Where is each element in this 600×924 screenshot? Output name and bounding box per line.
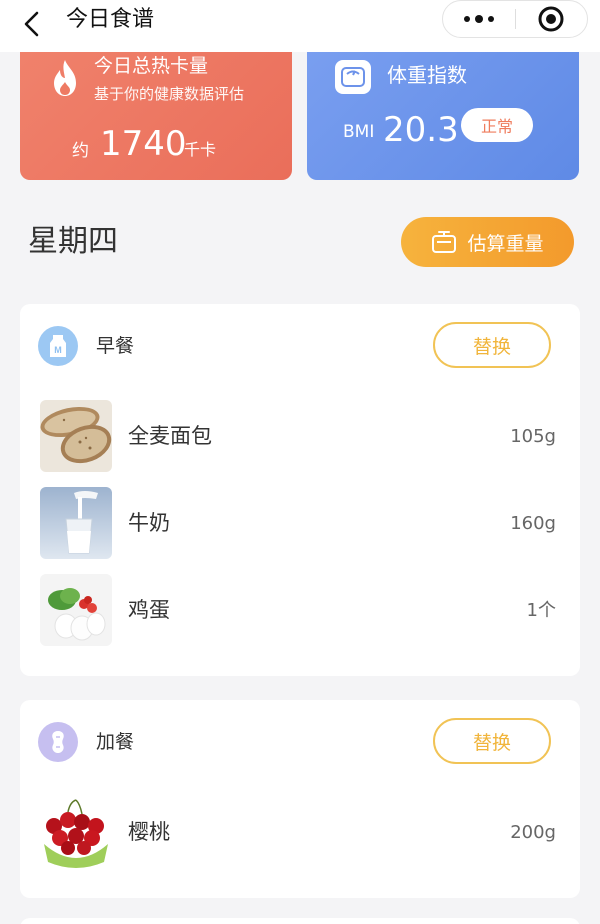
close-mini-program-button[interactable] [516,1,588,37]
calorie-card[interactable]: 今日总热卡量 基于你的健康数据评估 约 1740 千卡 [20,40,292,180]
estimate-weight-button[interactable]: 估算重量 [401,217,574,267]
bread-image [40,400,112,472]
meal-name: 加餐 [96,731,135,753]
snack-card: 加餐 替换 樱桃 200g [20,700,580,898]
meal-name: 早餐 [96,335,135,357]
food-amount: 160g [510,513,556,534]
bmi-value: 20.3 [383,110,459,150]
calorie-title: 今日总热卡量 [94,55,209,77]
svg-text:M: M [54,345,62,355]
bmi-title: 体重指数 [387,63,467,87]
next-meal-card [20,918,580,924]
food-amount: 200g [510,822,556,843]
milk-carton-icon: M [38,326,78,366]
egg-image [40,574,112,646]
back-arrow-icon [24,11,39,37]
bmi-label: BMI [343,122,375,142]
food-amount: 1个 [526,600,556,621]
calorie-subtitle: 基于你的健康数据评估 [94,85,245,103]
scale-icon [335,60,371,94]
page-title: 今日食谱 [66,7,155,32]
top-bar: 今日食谱 [0,0,600,52]
weighing-scale-icon [432,231,457,253]
cherry-image [40,796,112,868]
day-title: 星期四 [28,224,118,259]
food-name: 樱桃 [128,820,170,844]
bmi-card[interactable]: 体重指数 BMI 20.3 正常 [307,40,579,180]
food-name: 全麦面包 [128,424,212,448]
food-row[interactable]: 鸡蛋 1个 [20,574,580,646]
target-icon [538,6,564,32]
milk-image [40,487,112,559]
bmi-status-badge: 正常 [461,108,533,142]
swap-button[interactable]: 替换 [433,322,551,368]
back-button[interactable] [14,6,50,42]
food-row[interactable]: 牛奶 160g [20,487,580,559]
food-amount: 105g [510,426,556,447]
calorie-value: 1740 [100,124,187,164]
mini-program-capsule [442,0,588,38]
flame-icon [54,60,76,96]
meal-header: 加餐 替换 [20,700,580,780]
more-button[interactable] [443,1,515,37]
food-name: 鸡蛋 [128,598,170,622]
food-row[interactable]: 樱桃 200g [20,796,580,868]
swap-button[interactable]: 替换 [433,718,551,764]
food-row[interactable]: 全麦面包 105g [20,400,580,472]
meal-header: M 早餐 替换 [20,304,580,384]
calorie-unit: 千卡 [184,140,217,159]
food-name: 牛奶 [128,511,170,535]
more-dots-icon [463,15,494,23]
estimate-weight-label: 估算重量 [467,232,544,255]
breakfast-card: M 早餐 替换 全麦面包 105g 牛奶 160g 鸡蛋 1个 [20,304,580,676]
calorie-prefix: 约 [72,141,89,161]
peanut-icon [38,722,78,762]
